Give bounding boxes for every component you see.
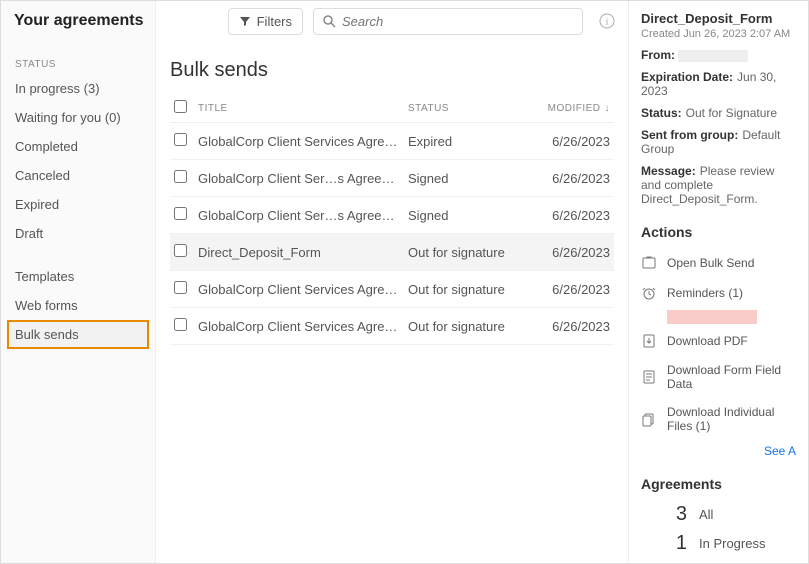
row-title: GlobalCorp Client Services Agreement: [194, 308, 404, 345]
main-content: Bulk sends TITLE STATUS MODIFIED↓ Global…: [156, 1, 628, 563]
download-data-icon: [641, 369, 657, 385]
row-status: Out for signature: [404, 271, 524, 308]
sidebar-item-bulksends[interactable]: Bulk sends: [7, 320, 149, 349]
main-heading: Bulk sends: [170, 59, 614, 82]
agg-canceled[interactable]: 1Canceled: [641, 558, 796, 563]
filters-button[interactable]: Filters: [228, 8, 303, 35]
row-modified: 6/26/2023: [524, 271, 614, 308]
download-pdf-icon: [641, 333, 657, 349]
download-files-icon: [641, 411, 657, 427]
msg-label: Message:: [641, 164, 696, 178]
filter-icon: [239, 15, 251, 27]
detail-name: Direct_Deposit_Form: [641, 11, 796, 26]
sidebar-item-draft[interactable]: Draft: [1, 219, 155, 248]
header-tools: Filters i: [228, 8, 615, 35]
row-checkbox[interactable]: [174, 207, 187, 220]
table-row[interactable]: GlobalCorp Client Services Agreement Out…: [170, 271, 614, 308]
table-row[interactable]: Direct_Deposit_Form Out for signature 6/…: [170, 234, 614, 271]
status-label: Status:: [641, 106, 682, 120]
action-open-bulk-send[interactable]: Open Bulk Send: [641, 248, 796, 278]
row-title: GlobalCorp Client Ser…s Agreement with f…: [194, 197, 404, 234]
row-title: Direct_Deposit_Form: [194, 234, 404, 271]
detail-created: Created Jun 26, 2023 2:07 AM: [641, 28, 796, 40]
sidebar-item-templates[interactable]: Templates: [1, 262, 155, 291]
group-label: Sent from group:: [641, 128, 738, 142]
actions-heading: Actions: [641, 224, 796, 240]
agreements-table: TITLE STATUS MODIFIED↓ GlobalCorp Client…: [170, 94, 614, 345]
row-checkbox[interactable]: [174, 133, 187, 146]
row-status: Out for signature: [404, 308, 524, 345]
sidebar-item-webforms[interactable]: Web forms: [1, 291, 155, 320]
detail-panel: Direct_Deposit_Form Created Jun 26, 2023…: [628, 1, 808, 563]
table-row[interactable]: GlobalCorp Client Ser…s Agreement with f…: [170, 197, 614, 234]
col-title[interactable]: TITLE: [194, 94, 404, 123]
status-value: Out for Signature: [686, 106, 777, 120]
search-icon: [322, 14, 336, 28]
sidebar-status-label: STATUS: [1, 51, 155, 74]
header-bar: Your agreements Filters i: [0, 0, 629, 42]
row-modified: 6/26/2023: [524, 123, 614, 160]
action-download-form-data[interactable]: Download Form Field Data: [641, 356, 796, 398]
action-reminders[interactable]: Reminders (1): [641, 278, 796, 308]
agg-all[interactable]: 3All: [641, 500, 796, 529]
sidebar-item-expired[interactable]: Expired: [1, 190, 155, 219]
row-status: Out for signature: [404, 234, 524, 271]
row-modified: 6/26/2023: [524, 308, 614, 345]
agreements-heading: Agreements: [641, 476, 796, 492]
agg-inprogress[interactable]: 1In Progress: [641, 529, 796, 558]
sidebar-item-canceled[interactable]: Canceled: [1, 161, 155, 190]
sidebar: STATUS In progress (3) Waiting for you (…: [1, 1, 156, 563]
app-container: STATUS In progress (3) Waiting for you (…: [0, 0, 809, 564]
page-title: Your agreements: [14, 12, 169, 30]
row-title: GlobalCorp Client Services Agreement: [194, 271, 404, 308]
row-modified: 6/26/2023: [524, 234, 614, 271]
sidebar-item-completed[interactable]: Completed: [1, 132, 155, 161]
sort-down-icon: ↓: [605, 103, 611, 114]
col-status[interactable]: STATUS: [404, 94, 524, 123]
table-row[interactable]: GlobalCorp Client Services Agreement Exp…: [170, 123, 614, 160]
see-all-link[interactable]: See A: [641, 444, 796, 458]
clock-icon: [641, 285, 657, 301]
sidebar-item-in-progress[interactable]: In progress (3): [1, 74, 155, 103]
col-modified[interactable]: MODIFIED↓: [524, 94, 614, 123]
row-title: GlobalCorp Client Ser…s Agreement with f…: [194, 160, 404, 197]
from-label: From:: [641, 48, 675, 62]
row-checkbox[interactable]: [174, 170, 187, 183]
select-all-checkbox[interactable]: [174, 100, 187, 113]
table-row[interactable]: GlobalCorp Client Ser…s Agreement with f…: [170, 160, 614, 197]
table-row[interactable]: GlobalCorp Client Services Agreement Out…: [170, 308, 614, 345]
from-value-redacted: [678, 50, 748, 62]
svg-text:i: i: [606, 17, 608, 28]
row-status: Signed: [404, 160, 524, 197]
row-checkbox[interactable]: [174, 244, 187, 257]
search-input[interactable]: [342, 14, 574, 29]
action-download-individual[interactable]: Download Individual Files (1): [641, 398, 796, 440]
search-box[interactable]: [313, 8, 583, 35]
action-download-pdf[interactable]: Download PDF: [641, 326, 796, 356]
row-status: Signed: [404, 197, 524, 234]
row-modified: 6/26/2023: [524, 160, 614, 197]
col-checkbox: [170, 94, 194, 123]
redacted-block: [667, 310, 757, 324]
open-icon: [641, 255, 657, 271]
row-checkbox[interactable]: [174, 318, 187, 331]
row-status: Expired: [404, 123, 524, 160]
sidebar-item-waiting[interactable]: Waiting for you (0): [1, 103, 155, 132]
row-checkbox[interactable]: [174, 281, 187, 294]
filters-label: Filters: [257, 14, 292, 29]
row-title: GlobalCorp Client Services Agreement: [194, 123, 404, 160]
row-modified: 6/26/2023: [524, 197, 614, 234]
info-icon[interactable]: i: [599, 13, 615, 29]
exp-label: Expiration Date:: [641, 70, 733, 84]
